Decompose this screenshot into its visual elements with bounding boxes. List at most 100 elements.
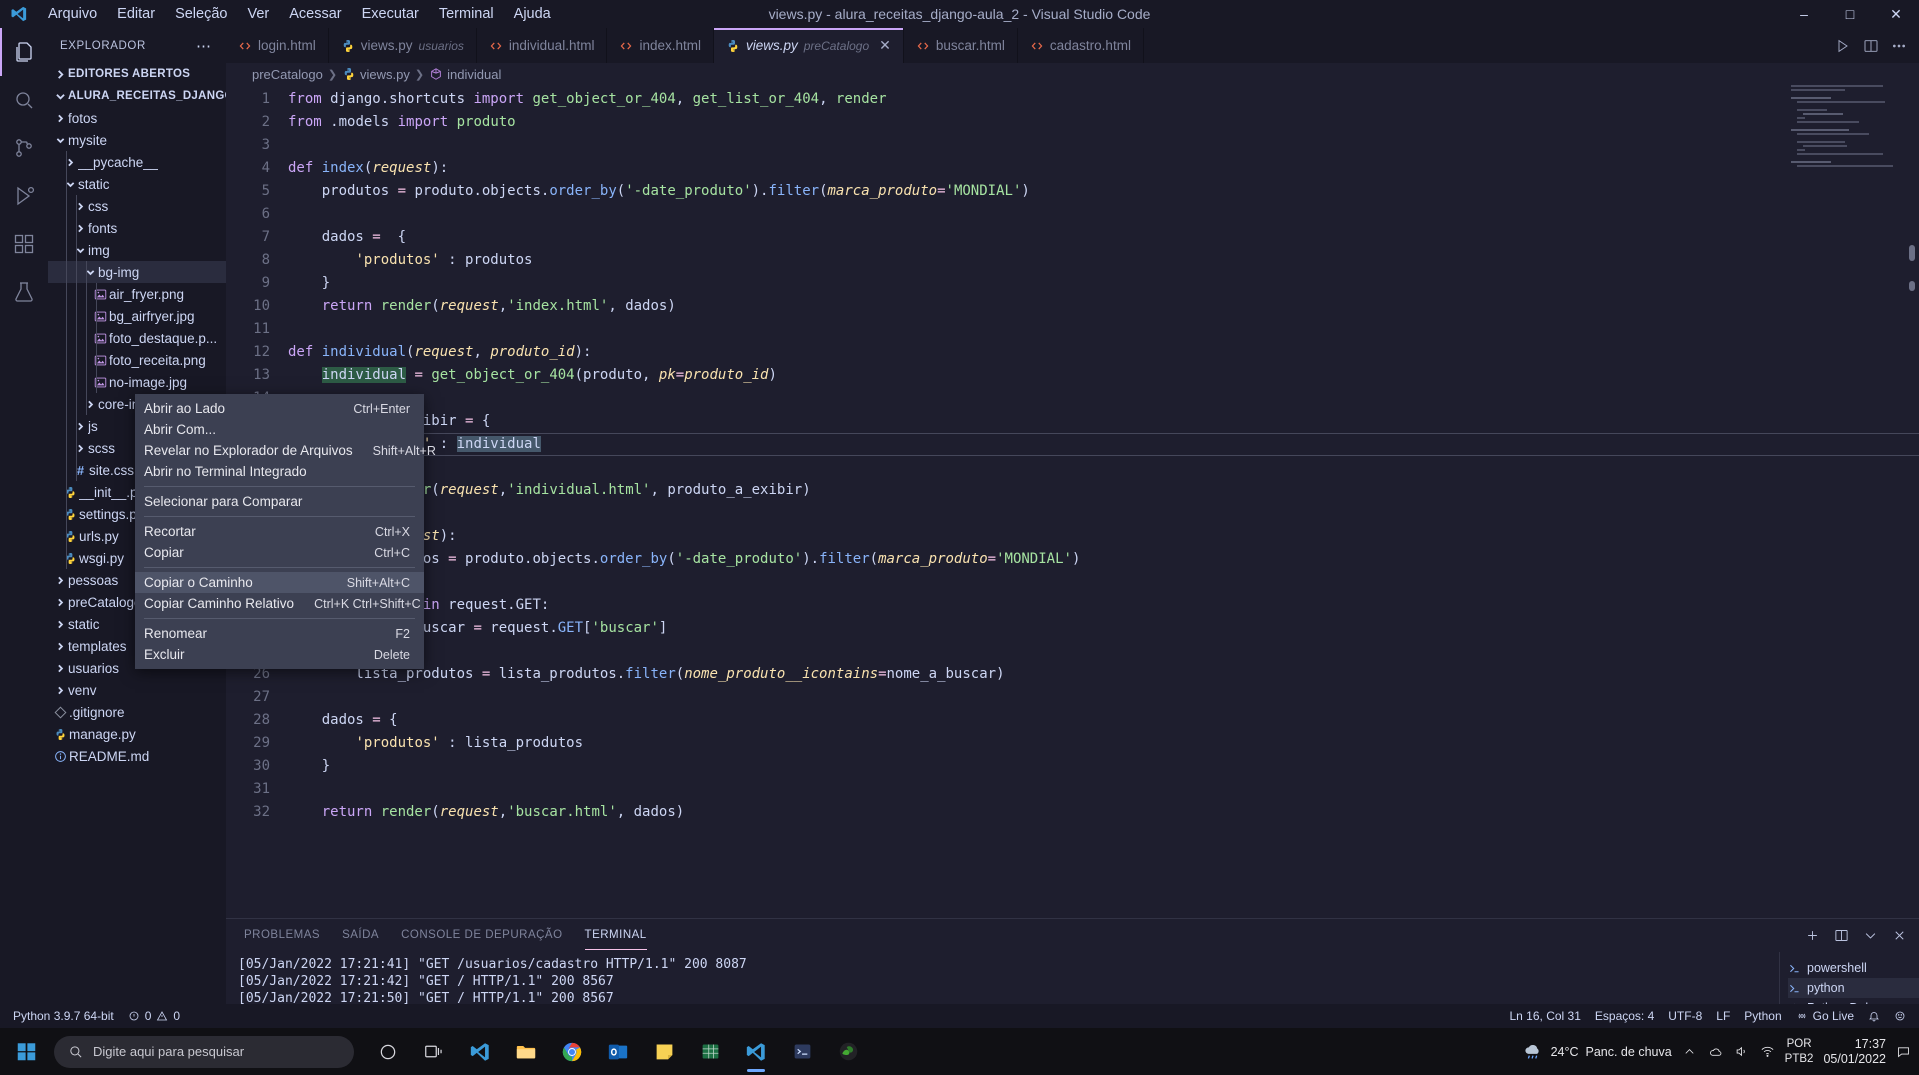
chevron-right-icon[interactable]: [52, 664, 68, 673]
editor-tab-cadastro-html[interactable]: cadastro.html: [1017, 28, 1144, 63]
code-line[interactable]: def buscar(request):: [282, 525, 1919, 548]
file-context-menu[interactable]: Abrir ao Lado Ctrl+Enter Abrir Com... Revel…: [135, 394, 436, 669]
code-content[interactable]: from django.shortcuts import get_object_…: [282, 85, 1919, 918]
code-line[interactable]: [282, 640, 1919, 663]
editor-tab-close-icon[interactable]: ✕: [879, 37, 891, 54]
code-line[interactable]: dados = {: [282, 709, 1919, 732]
onedrive-icon[interactable]: [1708, 1044, 1723, 1059]
tree-item-css[interactable]: css: [48, 195, 226, 217]
context-menu-item-revelar-no-explorador-de-arquivos[interactable]: Revelar no Explorador de Arquivos Shift+A…: [135, 440, 436, 461]
chevron-right-icon[interactable]: [52, 598, 68, 607]
terminal-session-powershell[interactable]: powershell: [1788, 958, 1919, 978]
tree-item-foto-receita-png[interactable]: foto_receita.png: [48, 349, 226, 371]
chevron-right-icon[interactable]: [52, 686, 68, 695]
breadcrumb-file[interactable]: views.py: [342, 67, 410, 82]
code-line[interactable]: nome_a_buscar = request.GET['buscar']: [282, 617, 1919, 640]
code-line[interactable]: return render(request,'buscar.html', dad…: [282, 801, 1919, 824]
terminal-session-python[interactable]: python: [1788, 978, 1919, 998]
clock[interactable]: 17:37 05/01/2022: [1823, 1037, 1886, 1067]
task-view-icon[interactable]: [414, 1030, 454, 1074]
code-line[interactable]: return render(request,'individual.html',…: [282, 479, 1919, 502]
context-menu-item-copiar[interactable]: Copiar Ctrl+C: [135, 542, 424, 563]
code-line[interactable]: [282, 318, 1919, 341]
editor-tab-login-html[interactable]: login.html: [226, 28, 329, 63]
editor-tab-views-py-usuarios[interactable]: views.py usuarios: [328, 28, 477, 63]
menu-editar[interactable]: Editar: [107, 3, 165, 25]
code-editor[interactable]: 1234567891011121314151617181920212223242…: [226, 85, 1919, 918]
editor-tab-actions[interactable]: [1823, 28, 1919, 63]
context-menu-item-renomear[interactable]: Renomear F2: [135, 623, 424, 644]
chevron-right-icon[interactable]: [72, 224, 88, 233]
tree-item-readme-md[interactable]: README.md: [48, 745, 226, 767]
context-menu-item-recortar[interactable]: Recortar Ctrl+X: [135, 521, 424, 542]
code-line[interactable]: [282, 778, 1919, 801]
panel-tabs[interactable]: PROBLEMAS SAÍDA CONSOLE DE DEPURAÇÃO TER…: [226, 919, 1919, 952]
code-line[interactable]: }: [282, 755, 1919, 778]
tree-item-fotos[interactable]: fotos: [48, 107, 226, 129]
chevron-right-icon[interactable]: [52, 576, 68, 585]
start-button[interactable]: [2, 1028, 50, 1075]
tree-item-static[interactable]: static: [48, 173, 226, 195]
chevron-down-panel-icon[interactable]: [1863, 928, 1878, 943]
code-line[interactable]: }: [282, 456, 1919, 479]
volume-icon[interactable]: [1734, 1044, 1749, 1059]
chevron-right-icon[interactable]: [62, 158, 78, 167]
chrome-icon[interactable]: [552, 1030, 592, 1074]
file-explorer-icon[interactable]: [506, 1030, 546, 1074]
action-center-icon[interactable]: [1896, 1044, 1911, 1059]
code-line[interactable]: 'produtos' : produtos: [282, 249, 1919, 272]
context-menu-item-copiar-o-caminho[interactable]: Copiar o Caminho Shift+Alt+C: [135, 572, 424, 593]
more-actions-icon[interactable]: [1891, 38, 1907, 54]
tree-item--gitignore[interactable]: .gitignore: [48, 701, 226, 723]
network-icon[interactable]: [1760, 1044, 1775, 1059]
windows-taskbar[interactable]: Digite aqui para pesquisar 24°C Panc. de…: [0, 1028, 1919, 1075]
chevron-down-icon[interactable]: [72, 246, 88, 255]
run-file-icon[interactable]: [1835, 38, 1851, 54]
code-line[interactable]: [282, 134, 1919, 157]
panel-tab-terminal[interactable]: TERMINAL: [584, 921, 647, 950]
minimize-button[interactable]: –: [1781, 0, 1827, 28]
window-controls[interactable]: – □ ✕: [1781, 0, 1919, 28]
menu-executar[interactable]: Executar: [352, 3, 429, 25]
cortana-icon[interactable]: [368, 1030, 408, 1074]
code-line[interactable]: [282, 571, 1919, 594]
tree-item-fonts[interactable]: fonts: [48, 217, 226, 239]
menu-selecao[interactable]: Seleção: [165, 3, 237, 25]
tree-item-mysite[interactable]: mysite: [48, 129, 226, 151]
status-go-live[interactable]: Go Live: [1789, 1004, 1861, 1028]
notification-center[interactable]: [1896, 1044, 1911, 1059]
status-language-mode[interactable]: Python: [1737, 1004, 1788, 1028]
menu-acessar[interactable]: Acessar: [279, 3, 351, 25]
status-problems[interactable]: 0 0: [121, 1004, 187, 1028]
project-section[interactable]: ALURA_RECEITAS_DJANGO...: [48, 85, 226, 107]
context-menu-item-abrir-no-terminal-integrado[interactable]: Abrir no Terminal Integrado: [135, 461, 424, 482]
code-line[interactable]: def individual(request, produto_id):: [282, 341, 1919, 364]
chevron-right-icon[interactable]: [82, 400, 98, 409]
outlook-icon[interactable]: [598, 1030, 638, 1074]
split-terminal-icon[interactable]: [1834, 928, 1849, 943]
code-line[interactable]: if 'buscar' in request.GET:: [282, 594, 1919, 617]
taskbar-vscode-running-icon[interactable]: [736, 1030, 776, 1074]
chevron-down-icon[interactable]: [62, 180, 78, 189]
new-terminal-icon[interactable]: [1805, 928, 1820, 943]
tree-item-foto-destaque-p-[interactable]: foto_destaque.p...: [48, 327, 226, 349]
chevron-right-icon[interactable]: [52, 642, 68, 651]
code-line[interactable]: produtos = produto.objects.order_by('-da…: [282, 180, 1919, 203]
code-line[interactable]: [282, 203, 1919, 226]
menu-arquivo[interactable]: Arquivo: [38, 3, 107, 25]
code-line[interactable]: from django.shortcuts import get_object_…: [282, 88, 1919, 111]
taskbar-icons[interactable]: [368, 1030, 868, 1074]
tree-item-bg-airfryer-jpg[interactable]: bg_airfryer.jpg: [48, 305, 226, 327]
close-panel-icon[interactable]: [1892, 928, 1907, 943]
system-tray-icons[interactable]: [1682, 1044, 1775, 1059]
activity-bar[interactable]: [0, 28, 48, 1075]
language-indicator[interactable]: POR PTB2: [1785, 1037, 1814, 1067]
breadcrumb-folder[interactable]: preCatalogo: [252, 67, 323, 82]
tree-item-bg-img[interactable]: bg-img: [48, 261, 226, 283]
chevron-right-icon[interactable]: [52, 114, 68, 123]
tree-item-no-image-jpg[interactable]: no-image.jpg: [48, 371, 226, 393]
panel-tab-problemas[interactable]: PROBLEMAS: [244, 921, 320, 950]
menu-ver[interactable]: Ver: [237, 3, 279, 25]
taskbar-vscode-icon[interactable]: [460, 1030, 500, 1074]
editor-tabs[interactable]: login.html views.py usuarios individual.htm…: [226, 28, 1919, 63]
